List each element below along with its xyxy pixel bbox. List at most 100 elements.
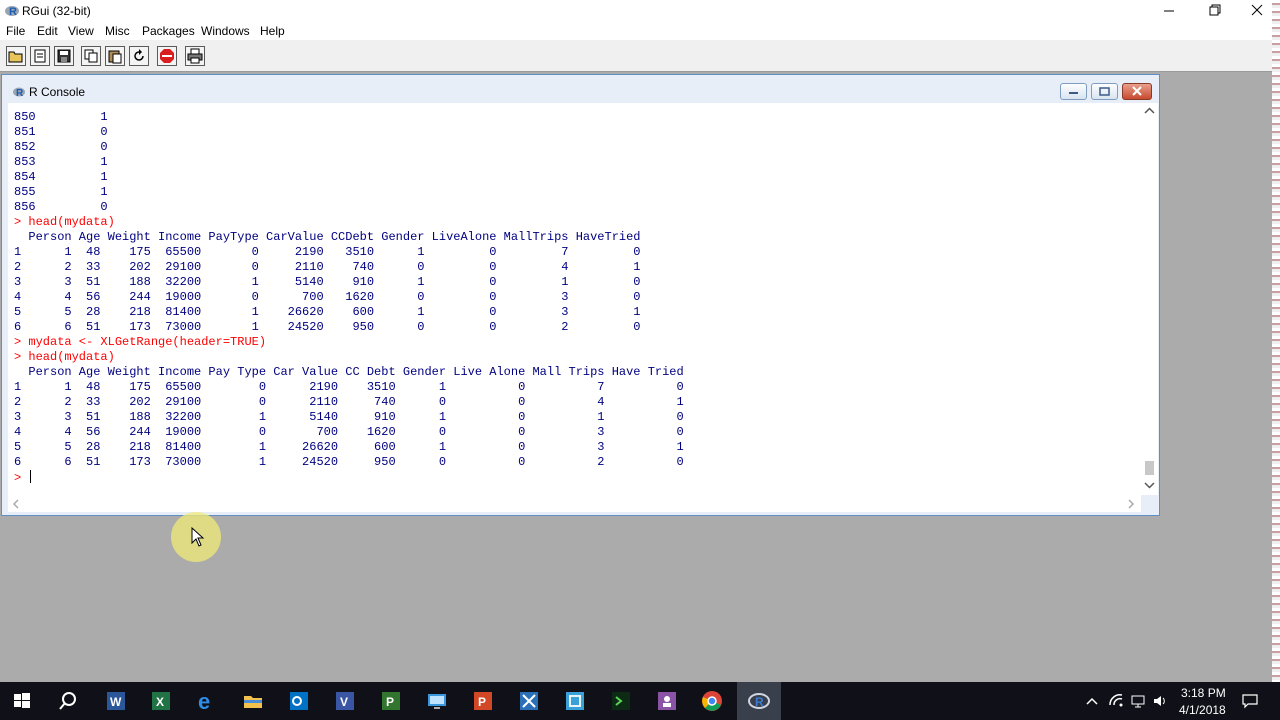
console-output-line: 855 1 bbox=[14, 185, 108, 199]
control-panel-icon[interactable] bbox=[563, 689, 587, 713]
console-output-line: 1 1 48 175 65500 0 2190 3510 1 0 7 0 bbox=[14, 245, 641, 259]
console-output-line: Person Age Weight Income Pay Type Car Va… bbox=[14, 365, 684, 379]
copy-icon bbox=[84, 49, 98, 63]
minimize-button[interactable] bbox=[1146, 0, 1192, 22]
horizontal-scrollbar[interactable] bbox=[8, 495, 1141, 512]
title-bar[interactable]: R RGui (32-bit) bbox=[0, 0, 1272, 22]
menu-misc[interactable]: Misc bbox=[105, 24, 130, 38]
text-caret bbox=[30, 470, 32, 483]
console-command-line: > head(mydata) bbox=[14, 215, 115, 229]
mouse-pointer-icon bbox=[191, 527, 205, 547]
menu-view[interactable]: View bbox=[68, 24, 94, 38]
console-output-line: 5 5 28 218 81400 1 26620 600 1 0 3 1 bbox=[14, 305, 641, 319]
scroll-right-icon[interactable] bbox=[1127, 499, 1135, 509]
r-console-window: R R Console 850 1 851 0 852 0 853 1 854 1 855… bbox=[1, 74, 1160, 516]
r-logo-icon: R bbox=[5, 6, 19, 18]
paste-button[interactable] bbox=[105, 46, 125, 66]
console-prompt-line[interactable]: > bbox=[14, 470, 684, 485]
minimize-icon bbox=[1069, 92, 1078, 94]
chevron-up-icon[interactable] bbox=[1085, 693, 1099, 709]
snipping-tool-icon[interactable] bbox=[517, 689, 541, 713]
console-output-line: 6 6 51 173 73000 1 24520 950 0 0 2 0 bbox=[14, 455, 684, 469]
console-output-line: 853 1 bbox=[14, 155, 108, 169]
open-script-button[interactable] bbox=[6, 46, 26, 66]
word-icon[interactable]: W bbox=[104, 689, 128, 713]
console-output-line: 2 2 33 202 29100 0 2110 740 0 0 4 1 bbox=[14, 260, 641, 274]
powerpoint-icon[interactable]: P bbox=[471, 689, 495, 713]
rgui-window: R RGui (32-bit) File Edit View Misc Pack… bbox=[0, 0, 1272, 682]
console-close-button[interactable] bbox=[1122, 83, 1152, 100]
console-maximize-button[interactable] bbox=[1091, 83, 1118, 100]
console-output-line: 851 0 bbox=[14, 125, 108, 139]
console-output-area[interactable]: 850 1 851 0 852 0 853 1 854 1 855 1 856 0 > hea… bbox=[8, 103, 1141, 495]
print-button[interactable] bbox=[185, 46, 205, 66]
restore-button[interactable] bbox=[1192, 0, 1238, 22]
notification-icon[interactable] bbox=[1242, 693, 1258, 709]
teams-icon[interactable] bbox=[655, 689, 679, 713]
vertical-scroll-thumb[interactable] bbox=[1145, 461, 1154, 475]
vertical-scrollbar[interactable] bbox=[1141, 103, 1158, 495]
outlook-icon[interactable] bbox=[287, 689, 311, 713]
background-window-edge bbox=[1272, 0, 1280, 682]
load-workspace-icon bbox=[34, 49, 46, 63]
chrome-icon[interactable] bbox=[700, 689, 724, 713]
console-output-line: 6 6 51 173 73000 1 24520 950 0 0 2 0 bbox=[14, 320, 641, 334]
svg-text:V: V bbox=[340, 695, 348, 709]
svg-text:P: P bbox=[478, 695, 486, 709]
clock-time[interactable]: 3:18 PM bbox=[1181, 686, 1226, 700]
save-icon bbox=[57, 49, 71, 63]
menu-file[interactable]: File bbox=[6, 24, 25, 38]
svg-text:R: R bbox=[9, 6, 17, 18]
volume-icon[interactable] bbox=[1152, 693, 1168, 709]
network-icon[interactable] bbox=[425, 689, 449, 713]
console-output-line: 4 4 56 244 19000 0 700 1620 0 0 3 0 bbox=[14, 290, 641, 304]
terminal-icon[interactable] bbox=[609, 689, 633, 713]
file-explorer-icon[interactable] bbox=[241, 689, 265, 713]
svg-text:R: R bbox=[755, 695, 764, 709]
console-output-line: Person Age Weight Income PayType CarValu… bbox=[14, 230, 641, 244]
svg-text:W: W bbox=[110, 695, 122, 709]
menu-windows[interactable]: Windows bbox=[201, 24, 250, 38]
print-icon bbox=[187, 48, 203, 64]
menu-bar: File Edit View Misc Packages Windows Hel… bbox=[0, 22, 1272, 40]
restore-icon bbox=[1209, 4, 1221, 16]
project-icon[interactable]: P bbox=[379, 689, 403, 713]
network-tray-icon[interactable] bbox=[1130, 693, 1146, 709]
scroll-down-icon[interactable] bbox=[1144, 481, 1155, 489]
menu-packages[interactable]: Packages bbox=[142, 24, 195, 38]
console-title: R Console bbox=[29, 85, 86, 99]
visio-icon[interactable]: V bbox=[333, 689, 357, 713]
load-workspace-button[interactable] bbox=[30, 46, 50, 66]
console-title-bar[interactable]: R R Console bbox=[2, 75, 1159, 103]
console-output-line: 850 1 bbox=[14, 110, 108, 124]
menu-edit[interactable]: Edit bbox=[37, 24, 58, 38]
toolbar bbox=[0, 40, 1272, 72]
start-icon[interactable] bbox=[10, 689, 34, 713]
console-output-line: 4 4 56 244 19000 0 700 1620 0 0 3 0 bbox=[14, 425, 684, 439]
close-icon bbox=[1132, 86, 1142, 96]
console-output-line: 856 0 bbox=[14, 200, 108, 214]
taskbar: W X e V P P R 3:18 PM 4/1/2018 bbox=[0, 682, 1280, 720]
console-output-line: 2 2 33 202 29100 0 2110 740 0 0 4 1 bbox=[14, 395, 684, 409]
console-output-line: 3 3 51 188 32200 1 5140 910 1 0 1 0 bbox=[14, 275, 641, 289]
r-gui-icon[interactable]: R bbox=[747, 689, 771, 713]
copy-button[interactable] bbox=[81, 46, 101, 66]
svg-text:R: R bbox=[16, 88, 24, 99]
refresh-button[interactable] bbox=[129, 46, 149, 66]
console-output-line: 852 0 bbox=[14, 140, 108, 154]
console-output: 850 1 851 0 852 0 853 1 854 1 855 1 856 0 > hea… bbox=[14, 110, 684, 485]
refresh-icon bbox=[134, 49, 144, 61]
wifi-icon[interactable] bbox=[1108, 693, 1124, 709]
clock-date[interactable]: 4/1/2018 bbox=[1179, 703, 1226, 717]
scroll-left-icon[interactable] bbox=[12, 499, 20, 509]
stop-button[interactable] bbox=[157, 46, 177, 66]
console-minimize-button[interactable] bbox=[1060, 83, 1087, 100]
save-button[interactable] bbox=[54, 46, 74, 66]
scroll-up-icon[interactable] bbox=[1144, 107, 1155, 115]
search-icon[interactable] bbox=[56, 689, 80, 713]
edge-icon[interactable]: e bbox=[195, 689, 219, 713]
console-prompt: > bbox=[14, 471, 29, 485]
paste-icon bbox=[108, 50, 122, 64]
menu-help[interactable]: Help bbox=[260, 24, 285, 38]
excel-icon[interactable]: X bbox=[149, 689, 173, 713]
